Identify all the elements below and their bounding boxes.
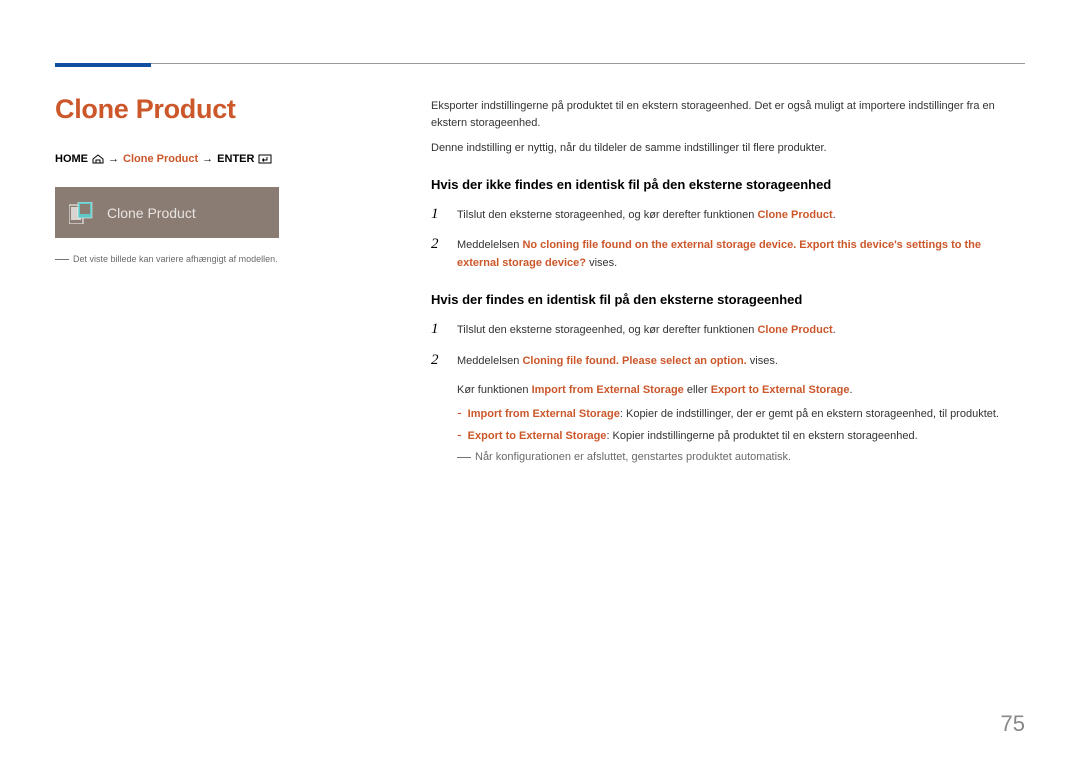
enter-icon — [258, 154, 272, 164]
intro-paragraph-2: Denne indstilling er nyttig, når du tild… — [431, 140, 1025, 157]
step-number: 2 — [431, 236, 443, 253]
import-bullet: - Import from External Storage: Kopier d… — [457, 406, 1025, 424]
section-2-step-2: 2 Meddelelsen Cloning file found. Please… — [431, 352, 1025, 371]
step-text: Meddelelsen Cloning file found. Please s… — [457, 353, 778, 371]
step-text: Tilslut den eksterne storageenhed, og kø… — [457, 207, 836, 225]
breadcrumb-arrow-1: → — [108, 153, 119, 165]
top-horizontal-rule — [55, 63, 1025, 64]
home-icon — [92, 154, 104, 164]
breadcrumb-clone-product: Clone Product — [123, 153, 198, 165]
intro-paragraph-1: Eksporter indstillingerne på produktet t… — [431, 98, 1025, 131]
bullet-text: Import from External Storage: Kopier de … — [468, 406, 999, 424]
bullet-text: Export to External Storage: Kopier indst… — [468, 428, 918, 446]
breadcrumb-enter: ENTER — [217, 153, 254, 165]
config-note-text: Når konfigurationen er afsluttet, gensta… — [475, 451, 791, 463]
section-1-step-1: 1 Tilslut den eksterne storageenhed, og … — [431, 206, 1025, 225]
clone-product-tile-label: Clone Product — [107, 205, 196, 221]
breadcrumb: HOME → Clone Product → ENTER — [55, 153, 375, 165]
page-title: Clone Product — [55, 94, 375, 125]
step-number: 1 — [431, 206, 443, 223]
breadcrumb-arrow-2: → — [202, 153, 213, 165]
step-text: Meddelelsen No cloning file found on the… — [457, 237, 1025, 272]
section-2-step-1: 1 Tilslut den eksterne storageenhed, og … — [431, 321, 1025, 340]
clone-product-tile: Clone Product — [55, 187, 279, 238]
step-number: 2 — [431, 352, 443, 369]
run-function-line: Kør funktionen Import from External Stor… — [457, 382, 1025, 400]
section-1-step-2: 2 Meddelelsen No cloning file found on t… — [431, 236, 1025, 272]
page-number: 75 — [1001, 711, 1025, 737]
step-number: 1 — [431, 321, 443, 338]
step-text: Tilslut den eksterne storageenhed, og kø… — [457, 322, 836, 340]
section-2-heading: Hvis der findes en identisk fil på den e… — [431, 292, 1025, 307]
right-column: Eksporter indstillingerne på produktet t… — [431, 94, 1025, 463]
section-1-heading: Hvis der ikke findes en identisk fil på … — [431, 177, 1025, 192]
footnote-text: Det viste billede kan variere afhængigt … — [73, 254, 278, 264]
config-note: ― Når konfigurationen er afsluttet, gens… — [457, 451, 1025, 463]
clone-product-tile-icon — [69, 202, 95, 224]
left-column: Clone Product HOME → Clone Product → ENT… — [55, 94, 375, 463]
bullet-dash: - — [457, 428, 462, 440]
breadcrumb-home: HOME — [55, 153, 88, 165]
config-note-dash: ― — [457, 451, 471, 461]
content-wrapper: Clone Product HOME → Clone Product → ENT… — [55, 94, 1025, 463]
footnote-dash: ― — [55, 254, 69, 262]
export-bullet: - Export to External Storage: Kopier ind… — [457, 428, 1025, 446]
left-footnote: ― Det viste billede kan variere afhængig… — [55, 254, 375, 264]
bullet-dash: - — [457, 406, 462, 418]
accent-bar — [55, 63, 151, 67]
